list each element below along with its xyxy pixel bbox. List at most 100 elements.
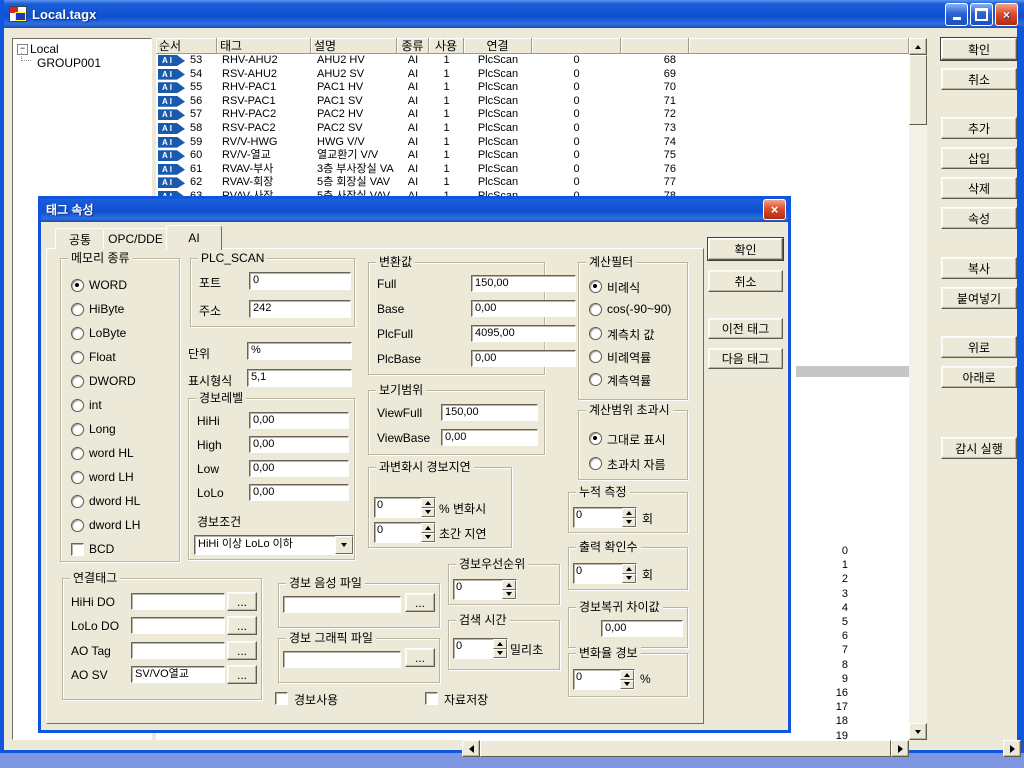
arrow-left-icon — [469, 745, 474, 753]
table-cell: 62 — [190, 176, 216, 190]
side-button-1[interactable]: 확인 — [941, 38, 1017, 60]
side-button-8[interactable]: 붙여넣기 — [941, 287, 1017, 309]
table-cell: 76 — [621, 163, 676, 177]
dialog-button-2[interactable]: 취소 — [708, 270, 783, 292]
maximize-icon — [975, 8, 988, 21]
table-header-cell[interactable]: 사용 — [429, 38, 464, 54]
table-row[interactable]: AI61RVAV-부사3층 부사장실 VAAI1PlcScan076 — [156, 163, 909, 177]
table-cell: 68 — [621, 54, 676, 68]
table-cell: 0 — [532, 81, 621, 95]
minimize-button[interactable] — [945, 3, 968, 26]
table-cell: 0 — [532, 54, 621, 68]
table-cell: PlcScan — [464, 108, 532, 122]
dialog-button-4[interactable]: 다음 태그 — [708, 348, 783, 369]
tab-공통[interactable]: 공통 — [55, 228, 105, 249]
table-vscrollbar[interactable] — [909, 38, 927, 740]
table-cell: RV/V-열교 — [222, 149, 310, 163]
table-cell: 58 — [190, 122, 216, 136]
side-button-9[interactable]: 위로 — [941, 336, 1017, 358]
table-cell: 1 — [429, 95, 464, 109]
table-cell: 0 — [532, 122, 621, 136]
table-cell: AHU2 HV — [317, 54, 397, 68]
table-row[interactable]: AI55RHV-PAC1PAC1 HVAI1PlcScan070 — [156, 81, 909, 95]
table-cell: RVAV-회장 — [222, 176, 310, 190]
side-button-7[interactable]: 복사 — [941, 257, 1017, 279]
table-cell: 59 — [190, 136, 216, 150]
background-number: 9 — [804, 672, 848, 686]
dialog-close-button[interactable]: × — [763, 199, 786, 220]
table-cell: RSV-PAC2 — [222, 122, 310, 136]
table-cell: 57 — [190, 108, 216, 122]
table-cell: 1 — [429, 68, 464, 82]
vscroll-up-button[interactable] — [909, 38, 927, 55]
table-row[interactable]: AI53RHV-AHU2AHU2 HVAI1PlcScan068 — [156, 54, 909, 68]
dialog-button-3[interactable]: 이전 태그 — [708, 318, 783, 339]
table-cell: 0 — [532, 163, 621, 177]
table-cell: AI — [397, 108, 429, 122]
table-header-cell[interactable] — [689, 38, 909, 54]
table-cell: 0 — [532, 136, 621, 150]
table-row[interactable]: AI54RSV-AHU2AHU2 SVAI1PlcScan069 — [156, 68, 909, 82]
ai-tag-icon: AI — [158, 164, 185, 175]
table-header-cell[interactable]: 설명 — [311, 38, 397, 54]
hscroll-left-button[interactable] — [462, 740, 480, 757]
side-button-4[interactable]: 삽입 — [941, 147, 1017, 169]
panel-hscroll-right-button[interactable] — [1003, 740, 1021, 757]
ai-tag-icon: AI — [158, 137, 185, 148]
table-cell: 69 — [621, 68, 676, 82]
table-cell: RVAV-부사 — [222, 163, 310, 177]
tab-opc-dde[interactable]: OPC/DDE — [103, 228, 168, 249]
table-cell: 70 — [621, 81, 676, 95]
table-row[interactable]: AI57RHV-PAC2PAC2 HVAI1PlcScan072 — [156, 108, 909, 122]
table-row[interactable]: AI62RVAV-회장5층 회장실 VAVAI1PlcScan077 — [156, 176, 909, 190]
table-cell: 74 — [621, 136, 676, 150]
table-row[interactable]: AI58RSV-PAC2PAC2 SVAI1PlcScan073 — [156, 122, 909, 136]
table-row[interactable]: AI59RV/V-HWGHWG V/VAI1PlcScan074 — [156, 136, 909, 150]
table-cell: AI — [397, 122, 429, 136]
table-cell: 0 — [532, 68, 621, 82]
side-button-11[interactable]: 감시 실행 — [941, 437, 1017, 459]
table-cell: 1 — [429, 54, 464, 68]
tab-ai[interactable]: AI — [166, 225, 222, 250]
table-cell: PlcScan — [464, 176, 532, 190]
maximize-button[interactable] — [970, 3, 993, 26]
table-cell: 56 — [190, 95, 216, 109]
side-button-5[interactable]: 삭제 — [941, 177, 1017, 199]
background-number: 1 — [804, 558, 848, 572]
side-button-3[interactable]: 추가 — [941, 117, 1017, 139]
table-header-cell[interactable]: 태그 — [217, 38, 311, 54]
table-cell: 1 — [429, 149, 464, 163]
table-cell: AI — [397, 54, 429, 68]
table-header-cell[interactable] — [621, 38, 689, 54]
table-cell: PAC2 HV — [317, 108, 397, 122]
table-cell: 1 — [429, 122, 464, 136]
tree-item-group001[interactable]: GROUP001 — [37, 56, 101, 70]
side-button-10[interactable]: 아래로 — [941, 366, 1017, 388]
table-cell: 5층 회장실 VAV — [317, 176, 397, 190]
side-button-6[interactable]: 속성 — [941, 207, 1017, 229]
hscroll-thumb[interactable] — [480, 740, 891, 757]
side-button-2[interactable]: 취소 — [941, 68, 1017, 90]
table-header-cell[interactable]: 종류 — [397, 38, 429, 54]
table-cell: 0 — [532, 176, 621, 190]
background-number: 5 — [804, 615, 848, 629]
table-selected-strip — [796, 366, 909, 377]
arrow-right-icon — [898, 745, 903, 753]
table-header-cell[interactable] — [532, 38, 621, 54]
table-header-cell[interactable]: 연결 — [464, 38, 532, 54]
table-row[interactable]: AI60RV/V-열교열교환기 V/VAI1PlcScan075 — [156, 149, 909, 163]
table-header-cell[interactable]: 순서 — [156, 38, 217, 54]
table-cell: 77 — [621, 176, 676, 190]
background-number: 16 — [804, 686, 848, 700]
table-cell: 72 — [621, 108, 676, 122]
vscroll-thumb[interactable] — [909, 55, 927, 125]
table-cell: RHV-PAC2 — [222, 108, 310, 122]
close-button[interactable]: × — [995, 3, 1018, 26]
background-number: 17 — [804, 700, 848, 714]
tree-item-local[interactable]: Local — [30, 42, 59, 56]
background-number: 18 — [804, 714, 848, 728]
vscroll-down-button[interactable] — [909, 723, 927, 740]
dialog-button-1[interactable]: 확인 — [708, 238, 783, 260]
table-row[interactable]: AI56RSV-PAC1PAC1 SVAI1PlcScan071 — [156, 95, 909, 109]
hscroll-right-button[interactable] — [891, 740, 909, 757]
